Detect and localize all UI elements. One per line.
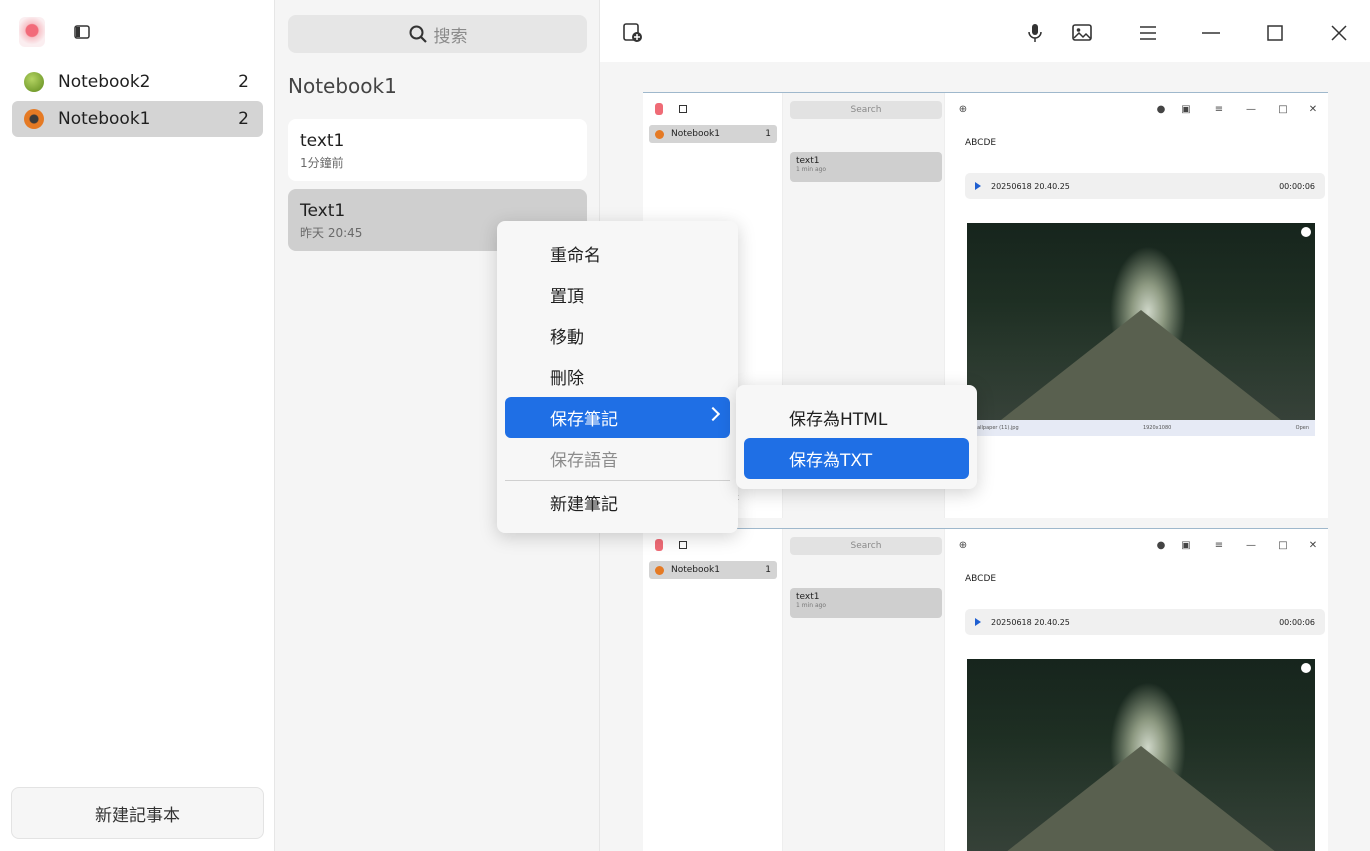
notebook-color-icon — [24, 109, 44, 129]
sidebar-item-notebook2[interactable]: Notebook2 2 — [12, 64, 263, 100]
audio-player: 20250618 20.40.25 00:00:06 — [965, 609, 1325, 635]
play-icon — [975, 182, 981, 190]
sidebar-toggle-icon — [679, 541, 687, 549]
audio-player: 20250618 20.40.25 00:00:06 — [965, 173, 1325, 199]
notebook-label: Notebook1 — [671, 565, 720, 575]
image-open: Open — [1295, 425, 1309, 431]
save-submenu: 保存為HTML 保存為TXT — [736, 385, 977, 489]
embedded-search: Search — [790, 101, 942, 119]
menu-item-save-voice: 保存語音 — [550, 451, 618, 471]
notebook-count: 1 — [765, 129, 771, 139]
embedded-note-item: text1 1 min ago — [790, 588, 942, 618]
chevron-right-icon — [705, 406, 721, 422]
search-input[interactable]: 搜索 — [288, 15, 587, 53]
maximize-icon: □ — [1278, 539, 1288, 551]
close-icon: ✕ — [1308, 539, 1318, 551]
menu-item-rename[interactable]: 重命名 — [505, 233, 730, 274]
note-title: text1 — [300, 131, 345, 151]
menu-item-save-note[interactable]: 保存筆記 — [505, 397, 730, 438]
forest-road-photo — [967, 223, 1315, 420]
embedded-notebook-item: Notebook1 1 — [649, 561, 777, 579]
notebook-color-icon — [24, 72, 44, 92]
embedded-search: Search — [790, 537, 942, 555]
note-date: 1 min ago — [796, 602, 827, 609]
minimize-icon: — — [1246, 103, 1256, 115]
notebook-label: Notebook2 — [58, 72, 151, 92]
image-info-bar: wallpaper (11).jpg 1920x1080 Open — [967, 420, 1315, 436]
note-date: 1 min ago — [796, 166, 827, 173]
close-icon[interactable] — [1328, 22, 1350, 44]
sidebar-toggle-icon[interactable] — [72, 22, 92, 42]
app-logo-icon — [655, 539, 663, 551]
menu-divider — [505, 480, 730, 481]
maximize-icon: □ — [1278, 103, 1288, 115]
menu-item-save-txt[interactable]: 保存為TXT — [744, 438, 969, 479]
menu-item-new-note[interactable]: 新建筆記 — [505, 482, 730, 523]
search-placeholder: Search — [850, 105, 882, 115]
body-text: ABCDE — [965, 574, 997, 584]
note-item[interactable]: text1 1分鐘前 — [288, 119, 587, 181]
insert-image-icon: ▣ — [1181, 539, 1191, 551]
image-size: 1920x1080 — [1142, 425, 1172, 431]
note-title: text1 — [796, 592, 820, 602]
new-notebook-button[interactable]: 新建記事本 — [11, 787, 264, 839]
close-icon: ✕ — [1308, 103, 1318, 115]
microphone-icon: ● — [1156, 103, 1166, 115]
microphone-icon: ● — [1156, 539, 1166, 551]
search-placeholder: 搜索 — [433, 26, 468, 47]
menu-icon: ≡ — [1214, 539, 1224, 551]
notebook-color-icon — [655, 129, 664, 139]
notebook-count: 2 — [238, 72, 249, 92]
menu-item-delete[interactable]: 刪除 — [505, 356, 730, 397]
embedded-editor: ⊕ ● ▣ ≡ — □ ✕ ABCDE 20250618 20.40.25 00… — [945, 529, 1328, 851]
menu-item-save-html[interactable]: 保存為HTML — [744, 397, 969, 438]
maximize-icon[interactable] — [1264, 22, 1286, 44]
sidebar-toggle-icon — [679, 105, 687, 113]
menu-icon: ≡ — [1214, 103, 1224, 115]
insert-image-icon[interactable] — [1071, 22, 1093, 44]
embedded-note-item: text1 1 min ago — [790, 152, 942, 182]
note-title: text1 — [796, 156, 820, 166]
embedded-screenshot: Notebook1 1 Search text1 1 min ago ⊕ ● ▣… — [643, 528, 1328, 851]
context-menu: 重命名 置頂 移動 刪除 保存筆記 保存語音 新建筆記 — [497, 221, 738, 533]
menu-item-label: 保存筆記 — [550, 410, 618, 430]
embedded-notebook-item: Notebook1 1 — [649, 125, 777, 143]
audio-duration: 00:00:06 — [1279, 617, 1315, 627]
notebook-color-icon — [655, 565, 664, 575]
new-note-icon[interactable] — [622, 22, 644, 44]
notebook-count: 1 — [765, 565, 771, 575]
audio-duration: 00:00:06 — [1279, 181, 1315, 191]
search-icon — [409, 25, 427, 43]
notebook-label: Notebook1 — [58, 109, 151, 129]
app-logo-icon — [19, 17, 45, 47]
image-filename: wallpaper (11).jpg — [973, 425, 1019, 431]
notebook-count: 2 — [238, 109, 249, 129]
play-icon — [975, 618, 981, 626]
embedded-list: Search text1 1 min ago — [783, 529, 945, 851]
insert-image-icon: ▣ — [1181, 103, 1191, 115]
menu-item-move[interactable]: 移動 — [505, 315, 730, 356]
audio-name: 20250618 20.40.25 — [991, 617, 1070, 627]
close-icon — [1301, 663, 1311, 673]
microphone-icon[interactable] — [1024, 22, 1046, 44]
minimize-icon[interactable] — [1200, 22, 1222, 44]
search-placeholder: Search — [850, 541, 882, 551]
new-note-icon: ⊕ — [958, 103, 968, 115]
note-title: Text1 — [300, 201, 346, 221]
menu-icon[interactable] — [1137, 22, 1159, 44]
app-logo-icon — [655, 103, 663, 115]
notebook-label: Notebook1 — [671, 129, 720, 139]
notebook-title: Notebook1 — [288, 74, 397, 98]
menu-item-pin[interactable]: 置頂 — [505, 274, 730, 315]
new-note-icon: ⊕ — [958, 539, 968, 551]
close-icon — [1301, 227, 1311, 237]
minimize-icon: — — [1246, 539, 1256, 551]
note-date: 1分鐘前 — [300, 156, 344, 170]
embedded-sidebar: Notebook1 1 — [643, 529, 783, 851]
embedded-editor: ⊕ ● ▣ ≡ — □ ✕ ABCDE 20250618 20.40.25 00… — [945, 93, 1328, 518]
sidebar-item-notebook1[interactable]: Notebook1 2 — [12, 101, 263, 137]
forest-road-photo — [967, 659, 1315, 851]
body-text: ABCDE — [965, 138, 997, 148]
audio-name: 20250618 20.40.25 — [991, 181, 1070, 191]
